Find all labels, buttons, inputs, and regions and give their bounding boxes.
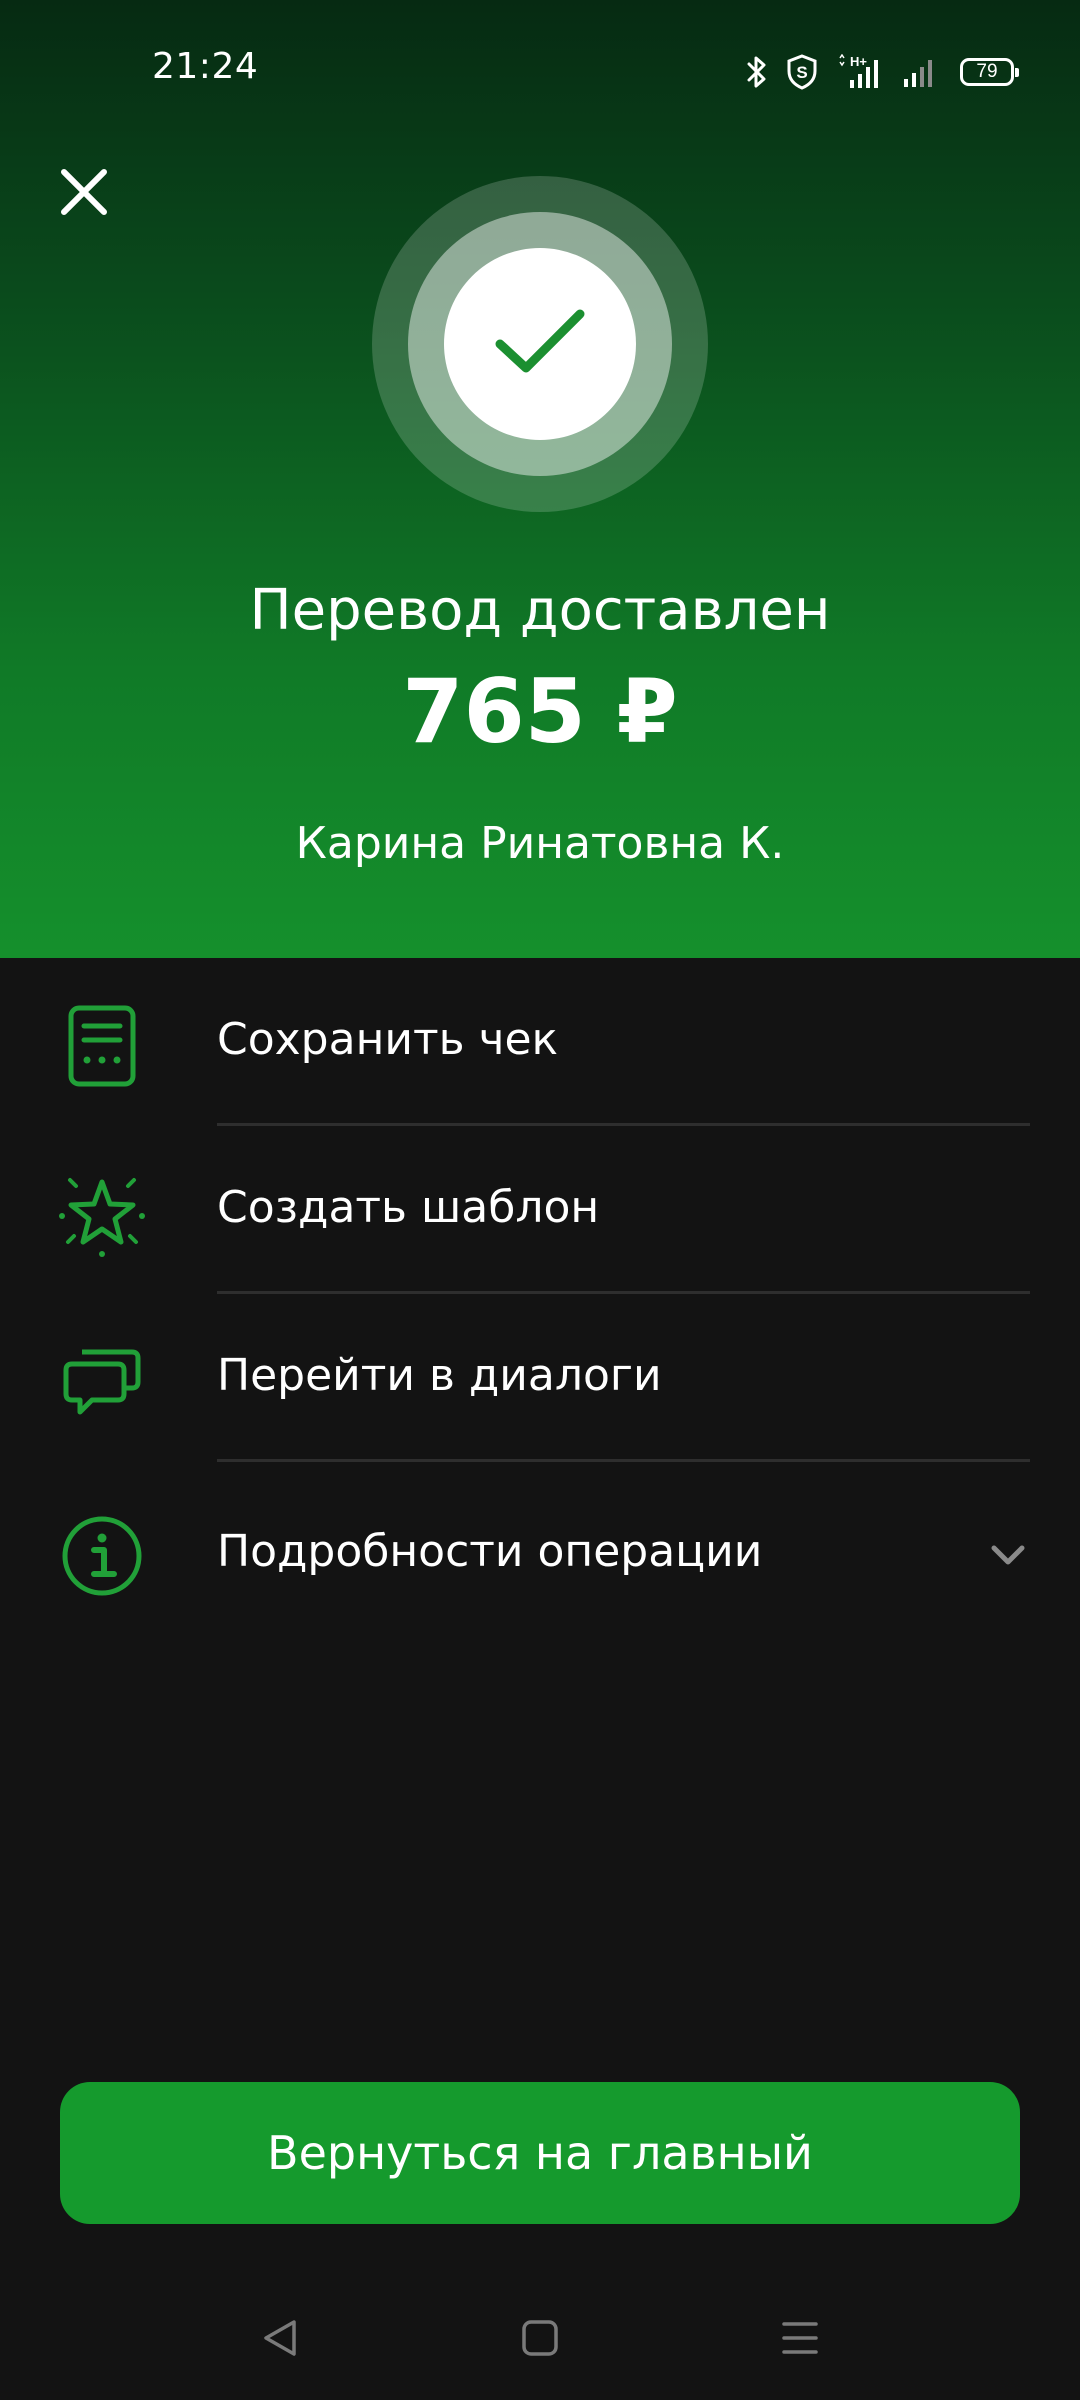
action-list: Сохранить чек Создать шаблон Перейти в д… <box>0 958 1080 1630</box>
status-time: 21:24 <box>152 46 259 87</box>
save-receipt-action[interactable]: Сохранить чек <box>0 958 1080 1126</box>
recipient-name: Карина Ринатовна К. <box>295 818 785 869</box>
success-core <box>444 248 636 440</box>
battery-level: 79 <box>976 61 998 82</box>
shield-icon: S <box>786 54 818 90</box>
transfer-amount: 765 ₽ <box>402 660 678 763</box>
svg-text:S: S <box>796 63 807 82</box>
success-ring <box>408 212 672 476</box>
transfer-success-screen: 21:24 S H+ 79 Перевод доставлен 765 ₽ Ка… <box>0 0 1080 2400</box>
success-header: 21:24 S H+ 79 Перевод доставлен 765 ₽ Ка… <box>0 0 1080 958</box>
chevron-down-icon[interactable] <box>988 1540 1028 1570</box>
operation-details-action[interactable]: Подробности операции <box>0 1462 1080 1630</box>
star-icon <box>58 1170 146 1258</box>
battery-icon: 79 <box>960 58 1019 86</box>
system-nav-bar <box>0 2280 1080 2400</box>
return-home-button[interactable]: Вернуться на главный <box>60 2082 1020 2224</box>
return-home-label: Вернуться на главный <box>267 2126 813 2180</box>
chat-icon <box>58 1338 146 1426</box>
home-icon[interactable] <box>518 2316 562 2360</box>
save-receipt-label: Сохранить чек <box>217 1014 559 1065</box>
create-template-label: Создать шаблон <box>217 1182 600 1233</box>
close-button[interactable] <box>56 164 112 220</box>
network-type-icon: H+ <box>836 54 884 90</box>
menu-icon[interactable] <box>778 2316 822 2360</box>
go-to-dialogs-action[interactable]: Перейти в диалоги <box>0 1294 1080 1462</box>
menu-nav-button[interactable] <box>770 2308 830 2368</box>
bluetooth-icon <box>746 55 768 89</box>
back-button[interactable] <box>250 2308 310 2368</box>
status-bar: 21:24 S H+ 79 <box>0 0 1080 140</box>
network-type-label: H+ <box>850 54 867 69</box>
status-icons: S H+ 79 <box>746 52 1019 92</box>
receipt-icon <box>58 1002 146 1090</box>
create-template-action[interactable]: Создать шаблон <box>0 1126 1080 1294</box>
close-icon[interactable] <box>56 164 112 220</box>
back-icon[interactable] <box>258 2316 302 2360</box>
info-icon <box>58 1512 146 1600</box>
go-to-dialogs-label: Перейти в диалоги <box>217 1350 662 1401</box>
checkmark-icon <box>495 309 585 373</box>
transfer-status-title: Перевод доставлен <box>249 578 831 643</box>
success-badge <box>372 176 708 512</box>
operation-details-label: Подробности операции <box>217 1526 763 1577</box>
home-nav-button[interactable] <box>510 2308 570 2368</box>
signal-weak-icon <box>902 55 942 89</box>
